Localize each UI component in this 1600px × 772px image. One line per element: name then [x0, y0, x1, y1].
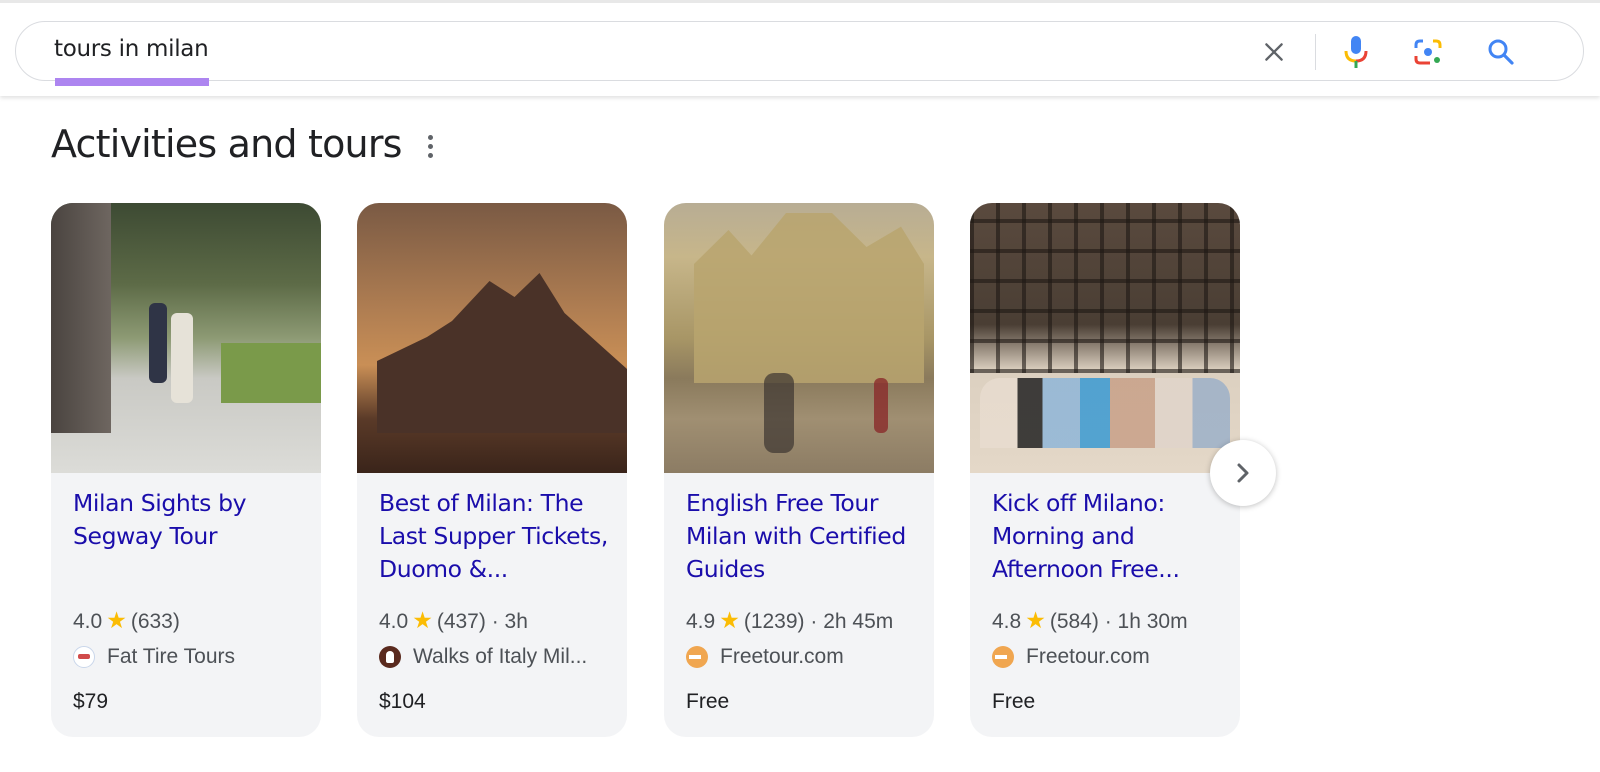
star-icon: ★ [106, 607, 127, 633]
tour-card[interactable]: Kick off Milano: Morning and Afternoon F… [970, 203, 1240, 737]
fat-tire-logo-icon [73, 646, 95, 668]
more-vert-icon [427, 134, 433, 140]
cathedral-silhouette [377, 273, 627, 433]
provider-name: Freetour.com [1026, 645, 1150, 668]
rating-value: 4.9 [686, 610, 716, 633]
card-provider: Walks of Italy Mil... [379, 645, 587, 669]
card-price: Free [992, 690, 1036, 713]
review-count: (1239) [743, 610, 805, 633]
carousel-next-button[interactable] [1210, 440, 1276, 506]
card-provider: Freetour.com [686, 645, 844, 669]
rider [149, 303, 167, 383]
provider-name: Freetour.com [720, 645, 844, 668]
pedestrian [764, 373, 794, 453]
review-count: (437) [436, 610, 486, 633]
card-provider: Freetour.com [992, 645, 1150, 669]
card-rating: 4.9 ★ (1239) · 2h 45m [686, 607, 893, 634]
camera-lens-icon [1414, 39, 1442, 65]
section-title: Activities and tours [51, 122, 402, 166]
tour-card[interactable]: Milan Sights by Segway Tour 4.0 ★ (633) Fa… [51, 203, 321, 737]
microphone-icon [1344, 36, 1368, 68]
clear-button[interactable] [1256, 34, 1292, 70]
search-header: tours in milan [0, 0, 1600, 96]
dot [427, 143, 433, 149]
card-title[interactable]: Kick off Milano: Morning and Afternoon F… [992, 487, 1224, 586]
segway-tour-photo [51, 203, 321, 473]
lens-search-button[interactable] [1410, 34, 1446, 70]
tour-card[interactable]: Best of Milan: The Last Supper Tickets, … [357, 203, 627, 737]
card-price: $79 [73, 690, 109, 713]
card-rating: 4.0 ★ (633) [73, 607, 180, 634]
provider-name: Walks of Italy Mil... [413, 645, 588, 668]
card-price: $104 [379, 690, 426, 713]
divider [1315, 34, 1316, 70]
star-icon: ★ [1025, 607, 1046, 633]
iron-gate [970, 203, 1240, 373]
walks-of-italy-logo-icon [379, 646, 401, 668]
group-photo-steps [970, 203, 1240, 473]
search-icon [1488, 39, 1514, 65]
query-underline [55, 78, 209, 86]
duomo-square-photo [664, 203, 934, 473]
tour-card[interactable]: English Free Tour Milan with Certified G… [664, 203, 934, 737]
pedestrian [874, 378, 888, 433]
search-box[interactable]: tours in milan [15, 21, 1584, 86]
rider [171, 313, 193, 403]
card-price: Free [686, 690, 730, 713]
freetour-logo-icon [686, 646, 708, 668]
duration: · 1h 30m [1098, 610, 1188, 633]
freetour-logo-icon [992, 646, 1014, 668]
duration: · 3h [485, 610, 528, 633]
grass [221, 343, 321, 403]
star-icon: ★ [412, 607, 433, 633]
search-input[interactable]: tours in milan [54, 36, 209, 62]
duration: · 2h 45m [804, 610, 894, 633]
card-rating: 4.0 ★ (437) · 3h [379, 607, 528, 634]
arch-wall [51, 203, 111, 433]
tour-group [980, 378, 1230, 448]
review-count: (584) [1049, 610, 1099, 633]
dot [427, 152, 433, 158]
card-title[interactable]: English Free Tour Milan with Certified G… [686, 487, 918, 586]
search-button[interactable] [1483, 34, 1519, 70]
provider-name: Fat Tire Tours [107, 645, 235, 668]
close-icon [1265, 43, 1283, 61]
chevron-right-icon [1237, 463, 1249, 483]
cathedral-facade [694, 213, 924, 383]
review-count: (633) [130, 610, 180, 633]
card-provider: Fat Tire Tours [73, 645, 235, 669]
more-options-button[interactable] [420, 132, 440, 160]
card-rating: 4.8 ★ (584) · 1h 30m [992, 607, 1188, 634]
duomo-sunset-photo [357, 203, 627, 473]
card-title[interactable]: Milan Sights by Segway Tour [73, 487, 305, 553]
rating-value: 4.8 [992, 610, 1022, 633]
rating-value: 4.0 [73, 610, 103, 633]
voice-search-button[interactable] [1338, 34, 1374, 70]
rating-value: 4.0 [379, 610, 409, 633]
card-title[interactable]: Best of Milan: The Last Supper Tickets, … [379, 487, 611, 586]
star-icon: ★ [719, 607, 740, 633]
